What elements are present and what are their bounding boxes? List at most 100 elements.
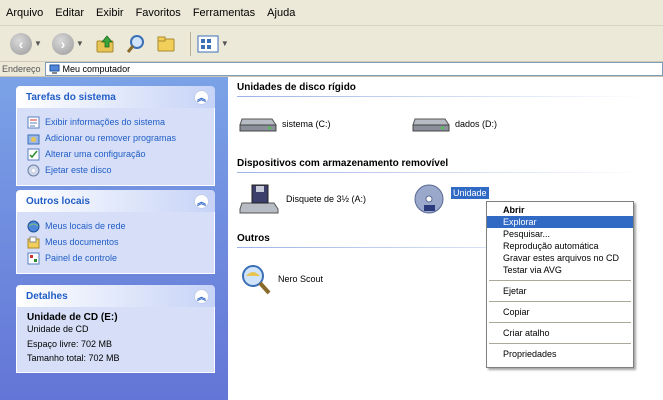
place-my-documents[interactable]: Meus documentos	[27, 234, 204, 250]
up-folder-button[interactable]	[94, 32, 118, 56]
menu-exibir[interactable]: Exibir	[96, 7, 124, 19]
menu-separator	[489, 301, 631, 302]
task-add-remove-programs[interactable]: Adicionar ou remover programas	[27, 130, 204, 146]
system-tasks-panel: Tarefas do sistema ︽ Exibir informações …	[16, 86, 215, 186]
details-free-space: Espaço livre: 702 MB	[27, 339, 113, 349]
forward-arrow-icon: ›	[51, 32, 74, 55]
back-arrow-icon: ‹	[10, 32, 32, 55]
item-label: Nero Scout	[278, 274, 324, 284]
collapse-icon[interactable]: ︽	[194, 288, 209, 304]
group-divider	[237, 96, 647, 97]
context-item-open[interactable]: Abrir	[487, 204, 633, 216]
toolbar-separator	[189, 31, 191, 56]
item-nero-scout[interactable]: Nero Scout	[238, 262, 323, 296]
system-tasks-header[interactable]: Tarefas do sistema ︽	[16, 86, 215, 108]
address-input[interactable]: Meu computador	[44, 62, 663, 76]
context-item-properties[interactable]: Propriedades	[487, 348, 633, 360]
place-control-panel[interactable]: Painel de controle	[27, 250, 204, 266]
floppy-drive-icon	[239, 184, 279, 214]
task-label: Alterar uma configuração	[45, 149, 146, 159]
menu-ajuda[interactable]: Ajuda	[267, 7, 295, 19]
task-label: Adicionar ou remover programas	[45, 133, 177, 143]
up-folder-icon	[96, 34, 114, 52]
task-eject-disc[interactable]: Ejetar este disco	[27, 162, 204, 178]
menu-separator	[489, 322, 631, 323]
views-button[interactable]: ▼	[197, 34, 235, 54]
other-places-body: Meus locais de rede Meus documentos Pain…	[16, 212, 215, 274]
folders-button[interactable]	[154, 32, 178, 56]
nero-scout-icon	[242, 265, 271, 295]
menu-arquivo[interactable]: Arquivo	[6, 7, 43, 19]
panel-title: Detalhes	[26, 290, 68, 302]
details-drive-type: Unidade de CD	[27, 324, 89, 334]
group-divider	[237, 172, 647, 173]
collapse-icon[interactable]: ︽	[194, 193, 209, 209]
chevron-down-icon[interactable]: ▼	[221, 39, 229, 48]
cd-drive-icon	[414, 184, 444, 214]
task-change-setting[interactable]: Alterar uma configuração	[27, 146, 204, 162]
details-drive-name: Unidade de CD (E:)	[27, 312, 118, 323]
address-bar: Endereço Meu computador	[0, 62, 663, 77]
control-setting-icon	[27, 148, 40, 160]
network-places-icon	[27, 220, 40, 232]
place-network[interactable]: Meus locais de rede	[27, 218, 204, 234]
task-pane: Tarefas do sistema ︽ Exibir informações …	[0, 77, 228, 400]
context-item-avg-scan[interactable]: Testar via AVG	[487, 264, 633, 276]
drive-label: sistema (C:)	[282, 119, 331, 129]
chevron-down-icon[interactable]: ▼	[34, 39, 42, 48]
address-label: Endereço	[2, 64, 41, 74]
group-heading-others: Outros	[237, 233, 270, 244]
details-body: Unidade de CD (E:) Unidade de CD Espaço …	[16, 307, 215, 373]
context-item-search[interactable]: Pesquisar...	[487, 228, 633, 240]
group-heading-removable: Dispositivos com armazenamento removível	[237, 158, 449, 169]
drive-item-d[interactable]: dados (D:)	[411, 113, 497, 135]
collapse-icon[interactable]: ︽	[194, 89, 209, 105]
task-label: Exibir informações do sistema	[45, 117, 166, 127]
search-button[interactable]	[124, 32, 148, 56]
menu-favoritos[interactable]: Favoritos	[136, 7, 181, 19]
hard-drive-icon	[239, 118, 277, 132]
context-item-explore[interactable]: Explorar	[487, 216, 633, 228]
hard-drive-icon	[412, 118, 450, 132]
menu-separator	[489, 343, 631, 344]
context-menu: Abrir Explorar Pesquisar... Reprodução a…	[486, 201, 634, 368]
forward-button[interactable]: › ▼	[51, 32, 90, 55]
context-item-burn-cd[interactable]: Gravar estes arquivos no CD	[487, 252, 633, 264]
panel-title: Tarefas do sistema	[26, 91, 116, 103]
context-item-eject[interactable]: Ejetar	[487, 285, 633, 297]
group-heading-hard-drives: Unidades de disco rígido	[237, 82, 356, 93]
drive-item-cd[interactable]: Unidade	[411, 183, 489, 215]
drive-item-c[interactable]: sistema (C:)	[238, 113, 331, 135]
address-value: Meu computador	[62, 64, 131, 74]
other-places-panel: Outros locais ︽ Meus locais de rede Meus…	[16, 190, 215, 274]
task-label: Meus locais de rede	[45, 221, 126, 231]
other-places-header[interactable]: Outros locais ︽	[16, 190, 215, 212]
control-panel-icon	[27, 252, 40, 264]
drive-label: Unidade	[451, 187, 489, 199]
details-header[interactable]: Detalhes ︽	[16, 285, 215, 307]
menu-editar[interactable]: Editar	[55, 7, 84, 19]
task-label: Painel de controle	[45, 253, 118, 263]
context-item-create-shortcut[interactable]: Criar atalho	[487, 327, 633, 339]
panel-title: Outros locais	[26, 195, 90, 207]
menu-ferramentas[interactable]: Ferramentas	[193, 7, 255, 19]
views-icon	[197, 35, 219, 52]
search-icon	[126, 34, 144, 53]
system-info-icon	[27, 116, 40, 128]
eject-disc-icon	[27, 164, 40, 176]
details-total-size: Tamanho total: 702 MB	[27, 353, 120, 363]
task-view-system-info[interactable]: Exibir informações do sistema	[27, 114, 204, 130]
back-button[interactable]: ‹ ▼	[10, 32, 48, 55]
drive-item-floppy[interactable]: Disquete de 3½ (A:)	[238, 183, 366, 215]
system-tasks-body: Exibir informações do sistema Adicionar …	[16, 108, 215, 186]
chevron-down-icon[interactable]: ▼	[76, 39, 84, 48]
context-item-copy[interactable]: Copiar	[487, 306, 633, 318]
menu-bar: Arquivo Editar Exibir Favoritos Ferramen…	[0, 0, 663, 26]
context-item-autoplay[interactable]: Reprodução automática	[487, 240, 633, 252]
task-label: Ejetar este disco	[45, 165, 112, 175]
menu-separator	[489, 280, 631, 281]
add-remove-programs-icon	[27, 134, 40, 144]
drive-label: dados (D:)	[455, 119, 498, 129]
drive-label: Disquete de 3½ (A:)	[286, 194, 367, 204]
folders-icon	[157, 36, 175, 51]
